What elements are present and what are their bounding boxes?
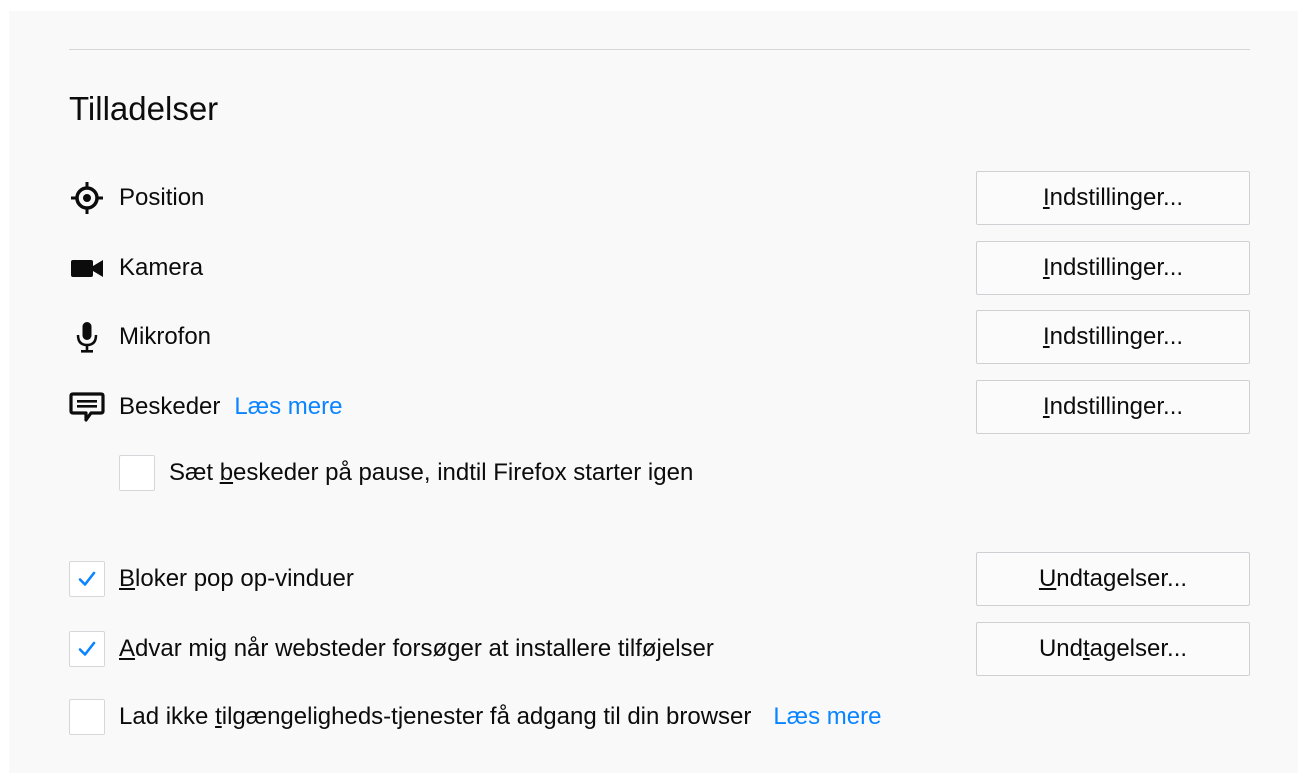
microphone-icon bbox=[69, 319, 105, 355]
location-icon bbox=[69, 180, 105, 216]
pause-notifications-row: Sæt beskeder på pause, indtil Firefox st… bbox=[119, 446, 1300, 500]
position-settings-button[interactable]: Indstillinger... bbox=[976, 171, 1250, 225]
permission-row-camera: Kamera Indstillinger... bbox=[69, 241, 1250, 295]
permission-row-microphone: Mikrofon Indstillinger... bbox=[69, 310, 1250, 364]
permission-row-position: Position Indstillinger... bbox=[69, 171, 1250, 225]
camera-icon bbox=[69, 250, 105, 286]
warn-addons-label: Advar mig når websteder forsøger at inst… bbox=[119, 635, 714, 662]
pause-notifications-checkbox[interactable] bbox=[119, 455, 155, 491]
warn-addons-checkbox[interactable] bbox=[69, 631, 105, 667]
block-popups-label: Bloker pop op-vinduer bbox=[119, 565, 354, 592]
permissions-page: Tilladelser Position Indstillinger... Ka… bbox=[9, 11, 1298, 773]
checkmark-icon bbox=[78, 641, 96, 656]
microphone-settings-button[interactable]: Indstillinger... bbox=[976, 310, 1250, 364]
warn-addons-row: Advar mig når websteder forsøger at inst… bbox=[69, 622, 1250, 676]
camera-settings-button[interactable]: Indstillinger... bbox=[976, 241, 1250, 295]
accessibility-label: Lad ikke tilgængeligheds-tjenester få ad… bbox=[119, 703, 882, 730]
checkmark-icon bbox=[78, 571, 96, 586]
block-popups-row: Bloker pop op-vinduer Undtagelser... bbox=[69, 552, 1250, 606]
permission-label: Position bbox=[119, 184, 205, 211]
permission-label: Mikrofon bbox=[119, 323, 212, 350]
permission-label: Kamera bbox=[119, 254, 204, 281]
accessibility-row: Lad ikke tilgængeligheds-tjenester få ad… bbox=[69, 690, 1250, 744]
block-popups-checkbox[interactable] bbox=[69, 561, 105, 597]
section-divider bbox=[69, 49, 1250, 50]
learn-more-link[interactable]: Læs mere bbox=[773, 703, 881, 730]
chat-bubble-icon bbox=[69, 389, 105, 425]
notifications-settings-button[interactable]: Indstillinger... bbox=[976, 380, 1250, 434]
section-title: Tilladelser bbox=[69, 90, 219, 127]
permission-row-notifications: Beskeder Læs mere Indstillinger... bbox=[69, 380, 1250, 434]
learn-more-link[interactable]: Læs mere bbox=[234, 393, 342, 420]
pause-notifications-label: Sæt beskeder på pause, indtil Firefox st… bbox=[169, 459, 694, 486]
permission-label: Beskeder Læs mere bbox=[119, 393, 343, 420]
popup-exceptions-button[interactable]: Undtagelser... bbox=[976, 552, 1250, 606]
addon-exceptions-button[interactable]: Und t agelser... bbox=[976, 622, 1250, 676]
accessibility-checkbox[interactable] bbox=[69, 699, 105, 735]
